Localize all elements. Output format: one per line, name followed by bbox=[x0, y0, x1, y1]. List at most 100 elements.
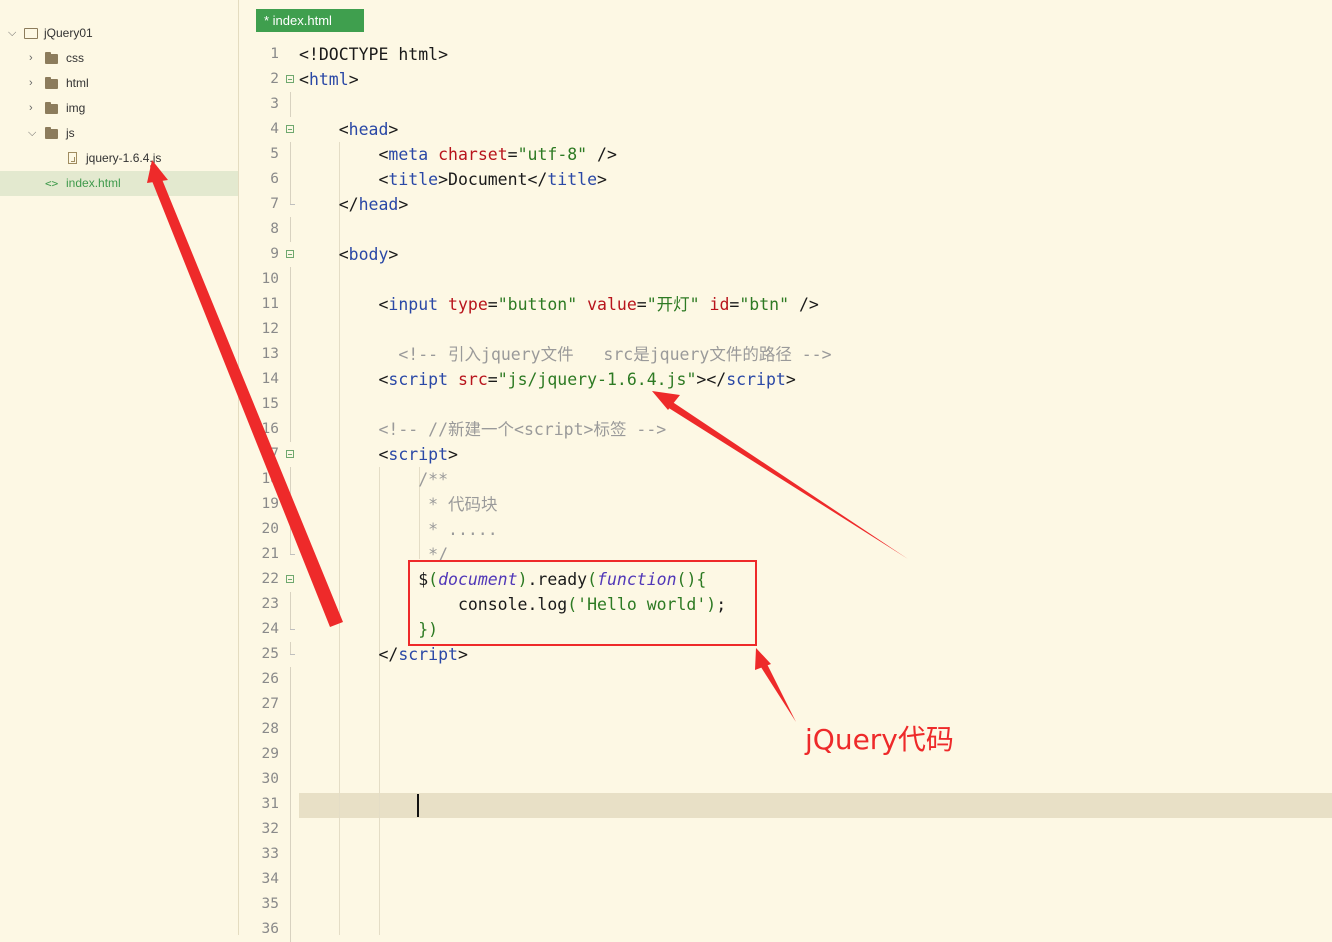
tree-item-label: js bbox=[66, 126, 75, 140]
tree-item-index-html[interactable]: <> index.html bbox=[0, 171, 238, 196]
code-line[interactable]: 30 bbox=[239, 767, 1332, 792]
code-editor[interactable]: 1 <!DOCTYPE html> 2 <html> 3 4 <head> 5 <meta … bbox=[239, 0, 1332, 942]
code-line[interactable]: 9 <body> bbox=[239, 242, 1332, 267]
code-line[interactable]: 28 bbox=[239, 717, 1332, 742]
code-line[interactable]: 33 bbox=[239, 842, 1332, 867]
code-text: */ bbox=[299, 542, 448, 567]
code-token: ; bbox=[716, 595, 727, 614]
code-line[interactable]: 21 */ bbox=[239, 542, 1332, 567]
code-line[interactable]: 13 <!-- 引入jquery文件 src是jquery文件的路径 --> bbox=[239, 342, 1332, 367]
chevron-right-icon[interactable]: › bbox=[29, 46, 33, 71]
line-number: 30 bbox=[261, 771, 279, 787]
code-token: meta bbox=[388, 145, 429, 164]
folder-icon bbox=[45, 46, 58, 71]
code-line[interactable]: 19 * 代码块 bbox=[239, 492, 1332, 517]
tree-item-jquery-file[interactable]: jquery-1.6.4.js bbox=[0, 146, 238, 171]
code-token: "btn" bbox=[739, 295, 790, 314]
code-token: */ bbox=[299, 545, 449, 564]
fold-guide bbox=[290, 867, 291, 892]
fold-guide bbox=[290, 842, 291, 867]
fold-guide bbox=[290, 92, 291, 117]
tree-item-img[interactable]: › img bbox=[0, 96, 238, 121]
code-line[interactable]: 22 $(document).ready(function(){ bbox=[239, 567, 1332, 592]
code-line[interactable]: 18 /** bbox=[239, 467, 1332, 492]
fold-guide bbox=[290, 292, 291, 317]
fold-toggle-icon[interactable] bbox=[286, 575, 294, 583]
code-line[interactable]: 5 <meta charset="utf-8" /> bbox=[239, 142, 1332, 167]
code-line[interactable]: 10 bbox=[239, 267, 1332, 292]
code-line[interactable]: 2 <html> bbox=[239, 67, 1332, 92]
code-text: <html> bbox=[299, 67, 359, 92]
chevron-right-icon[interactable]: › bbox=[29, 96, 33, 121]
code-line[interactable]: 20 * ..... bbox=[239, 517, 1332, 542]
project-explorer: ⌵ jQuery01 › css › html › img ⌵ js jquer… bbox=[0, 0, 239, 935]
code-line[interactable]: 35 bbox=[239, 892, 1332, 917]
fold-toggle-icon[interactable] bbox=[286, 75, 294, 83]
code-line[interactable]: 34 bbox=[239, 867, 1332, 892]
code-line[interactable]: 26 bbox=[239, 667, 1332, 692]
fold-end-marker bbox=[290, 204, 295, 205]
tree-item-js[interactable]: ⌵ js bbox=[0, 121, 238, 146]
chevron-down-icon[interactable]: ⌵ bbox=[28, 121, 36, 146]
code-token: ( bbox=[567, 595, 578, 614]
fold-guide bbox=[290, 467, 291, 492]
js-file-icon bbox=[68, 146, 77, 171]
fold-end-marker bbox=[290, 654, 295, 655]
tree-item-html[interactable]: › html bbox=[0, 71, 238, 96]
code-token: > bbox=[448, 445, 458, 464]
line-number: 10 bbox=[261, 271, 279, 287]
fold-guide bbox=[290, 792, 291, 817]
code-line[interactable]: 36 bbox=[239, 917, 1332, 942]
line-number: 6 bbox=[270, 171, 279, 187]
line-number: 29 bbox=[261, 746, 279, 762]
code-line[interactable]: 27 bbox=[239, 692, 1332, 717]
code-line[interactable]: 4 <head> bbox=[239, 117, 1332, 142]
code-line[interactable]: 25 </script> bbox=[239, 642, 1332, 667]
code-text: <input type="button" value="开灯" id="btn"… bbox=[299, 292, 818, 317]
code-line[interactable]: 23 console.log('Hello world'); bbox=[239, 592, 1332, 617]
code-line[interactable]: 6 <title>Document</title> bbox=[239, 167, 1332, 192]
code-line[interactable]: 8 bbox=[239, 217, 1332, 242]
code-token: < bbox=[299, 370, 389, 389]
folder-icon bbox=[45, 96, 58, 121]
code-line[interactable]: 16 <!-- //新建一个<script>标签 --> bbox=[239, 417, 1332, 442]
code-line[interactable]: 24 }) bbox=[239, 617, 1332, 642]
code-line[interactable]: 14 <script src="js/jquery-1.6.4.js"></sc… bbox=[239, 367, 1332, 392]
tree-item-css[interactable]: › css bbox=[0, 46, 238, 71]
code-line[interactable]: 32 bbox=[239, 817, 1332, 842]
code-line[interactable]: 29 bbox=[239, 742, 1332, 767]
code-token: </ bbox=[299, 645, 399, 664]
chevron-down-icon[interactable]: ⌵ bbox=[8, 21, 16, 46]
code-token: src bbox=[457, 370, 488, 389]
code-token: 'Hello world' bbox=[577, 595, 707, 614]
code-line[interactable]: 7 </head> bbox=[239, 192, 1332, 217]
code-line[interactable]: 12 bbox=[239, 317, 1332, 342]
tree-item-jquery01[interactable]: ⌵ jQuery01 bbox=[0, 21, 238, 46]
code-line[interactable]: 3 bbox=[239, 92, 1332, 117]
fold-guide bbox=[290, 417, 291, 442]
fold-guide bbox=[290, 317, 291, 342]
code-token: id bbox=[709, 295, 730, 314]
code-token: head bbox=[358, 195, 399, 214]
code-text: <script src="js/jquery-1.6.4.js"></scrip… bbox=[299, 367, 795, 392]
code-line[interactable]: 15 bbox=[239, 392, 1332, 417]
code-text: $(document).ready(function(){ bbox=[299, 567, 706, 592]
code-token: title bbox=[388, 170, 439, 189]
code-token: >Document</ bbox=[438, 170, 548, 189]
line-number: 12 bbox=[261, 321, 279, 337]
fold-toggle-icon[interactable] bbox=[286, 450, 294, 458]
code-line[interactable]: 11 <input type="button" value="开灯" id="b… bbox=[239, 292, 1332, 317]
code-line[interactable]: 1 <!DOCTYPE html> bbox=[239, 42, 1332, 67]
fold-toggle-icon[interactable] bbox=[286, 250, 294, 258]
code-token: > bbox=[388, 120, 399, 139]
line-number: 4 bbox=[270, 121, 279, 137]
code-line[interactable]: 31 bbox=[239, 792, 1332, 817]
code-token: "js/jquery-1.6.4.js" bbox=[497, 370, 697, 389]
code-token: charset bbox=[438, 145, 508, 164]
fold-toggle-icon[interactable] bbox=[286, 125, 294, 133]
chevron-right-icon[interactable]: › bbox=[29, 71, 33, 96]
code-token: (){ bbox=[676, 570, 707, 589]
code-line[interactable]: 17 <script> bbox=[239, 442, 1332, 467]
code-text: <title>Document</title> bbox=[299, 167, 607, 192]
